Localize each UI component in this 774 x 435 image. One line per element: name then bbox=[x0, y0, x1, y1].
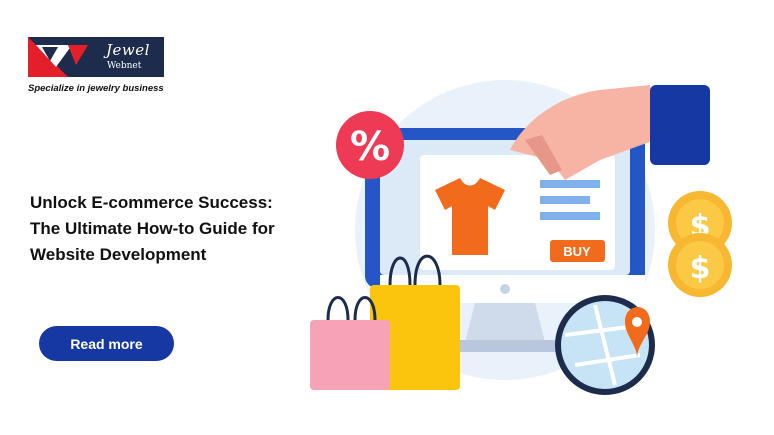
buy-label: BUY bbox=[563, 244, 591, 259]
brand-logo[interactable]: Jewel Webnet bbox=[28, 37, 164, 77]
ecommerce-illustration: BUY % $ $ bbox=[310, 80, 732, 395]
brand-tagline: Specialize in jewelry business bbox=[28, 83, 164, 94]
discount-symbol: % bbox=[350, 124, 390, 170]
discount-badge-icon: % bbox=[336, 111, 404, 179]
logo-mark-icon bbox=[28, 37, 88, 77]
map-location-icon bbox=[555, 295, 655, 395]
read-more-button[interactable]: Read more bbox=[39, 326, 174, 361]
coin-symbol-2: $ bbox=[690, 251, 711, 286]
brand-name: Jewel bbox=[106, 41, 150, 59]
coins-icon: $ $ bbox=[668, 191, 732, 297]
brand-subname: Webnet bbox=[107, 61, 142, 71]
product-card: BUY bbox=[420, 155, 615, 270]
sleeve bbox=[650, 85, 710, 165]
